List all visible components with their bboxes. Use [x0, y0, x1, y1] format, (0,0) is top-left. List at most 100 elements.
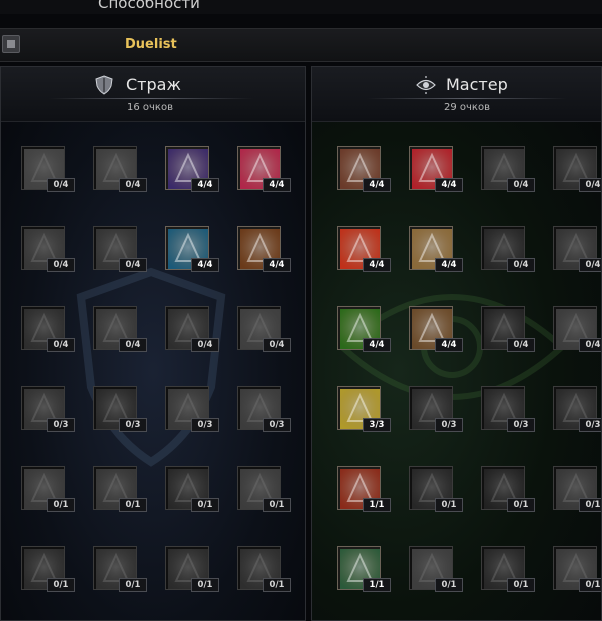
skill-slot[interactable]: 4/4 [237, 226, 291, 272]
skill-slot[interactable]: 0/3 [553, 386, 601, 432]
skill-slot[interactable]: 0/3 [409, 386, 463, 432]
skill-slot[interactable]: 0/4 [93, 226, 147, 272]
skill-slot[interactable]: 0/4 [21, 146, 75, 192]
skill-slot[interactable]: 0/3 [237, 386, 291, 432]
skill-level-badge: 1/1 [363, 498, 391, 512]
skill-slot[interactable]: 4/4 [237, 146, 291, 192]
guardian-emblem-icon [76, 267, 226, 467]
skill-level-badge: 0/1 [191, 498, 219, 512]
skill-slot[interactable]: 0/1 [409, 546, 463, 592]
skill-slot[interactable]: 0/4 [237, 306, 291, 352]
skill-slot[interactable]: 0/4 [21, 306, 75, 352]
skill-level-badge: 0/4 [119, 178, 147, 192]
skill-level-badge: 0/3 [579, 418, 601, 432]
skill-slot[interactable]: 0/1 [165, 546, 219, 592]
skill-slot[interactable]: 0/1 [165, 466, 219, 512]
skill-level-badge: 0/4 [119, 338, 147, 352]
skill-level-badge: 0/3 [119, 418, 147, 432]
skill-level-badge: 0/1 [579, 498, 601, 512]
panel-master-header: Мастер 29 очков [312, 67, 601, 122]
skill-slot[interactable]: 4/4 [165, 226, 219, 272]
skill-slot[interactable]: 0/4 [553, 226, 601, 272]
eye-icon [416, 76, 436, 94]
skill-slot[interactable]: 3/3 [337, 386, 391, 432]
skill-slot[interactable]: 0/4 [481, 306, 535, 352]
skill-slot[interactable]: 0/1 [481, 466, 535, 512]
panel-guardian: Страж 16 очков 0/4 0/4 4/4 4/4 0/4 0/4 4/4 4/4 0… [0, 66, 306, 621]
panel-master-title: Мастер [446, 75, 508, 94]
skill-slot[interactable]: 0/1 [409, 466, 463, 512]
skill-slot[interactable]: 4/4 [409, 226, 463, 272]
skill-level-badge: 0/1 [263, 578, 291, 592]
skill-slot[interactable]: 0/3 [21, 386, 75, 432]
skill-level-badge: 0/1 [435, 578, 463, 592]
window-header: Способности [0, 0, 602, 14]
skill-slot[interactable]: 0/4 [93, 306, 147, 352]
skill-level-badge: 4/4 [363, 178, 391, 192]
skill-slot[interactable]: 0/3 [165, 386, 219, 432]
skill-slot[interactable]: 4/4 [337, 146, 391, 192]
skill-level-badge: 0/4 [47, 338, 75, 352]
skill-level-badge: 0/4 [119, 258, 147, 272]
skill-slot[interactable]: 4/4 [165, 146, 219, 192]
skill-level-badge: 0/4 [191, 338, 219, 352]
panel-guardian-title: Страж [126, 75, 181, 94]
skill-level-badge: 0/4 [507, 258, 535, 272]
skill-slot[interactable]: 4/4 [337, 226, 391, 272]
skill-level-badge: 0/3 [263, 418, 291, 432]
class-name: Duelist [125, 37, 177, 52]
skill-slot[interactable]: 0/1 [553, 466, 601, 512]
skill-slot[interactable]: 0/3 [481, 386, 535, 432]
skill-slot[interactable]: 4/4 [409, 306, 463, 352]
skill-slot[interactable]: 1/1 [337, 546, 391, 592]
skill-level-badge: 0/1 [507, 498, 535, 512]
shield-icon [95, 75, 113, 95]
skill-slot[interactable]: 0/4 [21, 226, 75, 272]
skill-level-badge: 0/4 [507, 178, 535, 192]
skill-level-badge: 0/3 [435, 418, 463, 432]
skill-slot[interactable]: 0/1 [553, 546, 601, 592]
skill-level-badge: 0/4 [507, 338, 535, 352]
skill-slot[interactable]: 0/1 [93, 546, 147, 592]
divider [49, 98, 253, 99]
panel-master: Мастер 29 очков 4/4 4/4 0/4 0/4 4/4 4/4 0/4 0/4… [311, 66, 602, 621]
skill-slot[interactable]: 0/4 [553, 146, 601, 192]
skill-slot[interactable]: 0/4 [481, 146, 535, 192]
skill-slot[interactable]: 0/1 [481, 546, 535, 592]
skill-level-badge: 0/3 [47, 418, 75, 432]
skill-slot[interactable]: 0/4 [165, 306, 219, 352]
skill-slot[interactable]: 1/1 [337, 466, 391, 512]
skill-level-badge: 0/3 [191, 418, 219, 432]
skill-level-badge: 4/4 [191, 258, 219, 272]
panel-master-points: 29 очков [444, 102, 490, 113]
skill-level-badge: 4/4 [263, 258, 291, 272]
skill-slot[interactable]: 0/3 [93, 386, 147, 432]
skill-slot[interactable]: 0/1 [237, 466, 291, 512]
skill-slot[interactable]: 4/4 [337, 306, 391, 352]
skill-slot[interactable]: 0/4 [93, 146, 147, 192]
skill-level-badge: 4/4 [363, 338, 391, 352]
panel-guardian-points: 16 очков [127, 102, 173, 113]
skill-level-badge: 0/4 [579, 178, 601, 192]
skill-level-badge: 0/1 [47, 578, 75, 592]
skill-level-badge: 0/3 [507, 418, 535, 432]
skill-slot[interactable]: 0/1 [93, 466, 147, 512]
skill-level-badge: 1/1 [363, 578, 391, 592]
skill-level-badge: 3/3 [363, 418, 391, 432]
skill-slot[interactable]: 0/1 [21, 466, 75, 512]
skill-slot[interactable]: 0/1 [237, 546, 291, 592]
skill-level-badge: 4/4 [435, 338, 463, 352]
skill-slot[interactable]: 0/4 [481, 226, 535, 272]
skill-slot[interactable]: 4/4 [409, 146, 463, 192]
panel-guardian-header: Страж 16 очков [1, 67, 305, 122]
skill-level-badge: 0/4 [263, 338, 291, 352]
skill-level-badge: 0/1 [435, 498, 463, 512]
skill-level-badge: 0/4 [579, 258, 601, 272]
skill-slot[interactable]: 0/4 [553, 306, 601, 352]
class-icon[interactable] [2, 35, 20, 53]
skill-slot[interactable]: 0/1 [21, 546, 75, 592]
skill-level-badge: 0/4 [47, 258, 75, 272]
skill-level-badge: 4/4 [191, 178, 219, 192]
skill-level-badge: 0/1 [191, 578, 219, 592]
skill-level-badge: 4/4 [263, 178, 291, 192]
